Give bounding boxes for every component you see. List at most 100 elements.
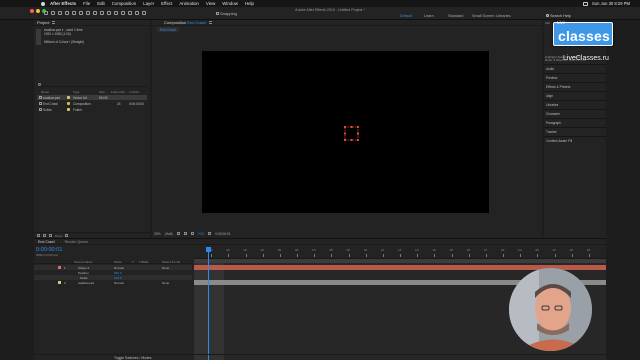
clone-stamp-tool-icon[interactable] <box>121 11 125 15</box>
work-area-bar[interactable] <box>194 259 606 263</box>
interpret-footage-icon[interactable] <box>37 234 40 237</box>
col-name[interactable]: Name <box>41 90 49 94</box>
col-in-point[interactable]: In Point <box>129 90 139 94</box>
eraser-tool-icon[interactable] <box>128 11 132 15</box>
transparency-grid-icon[interactable] <box>183 232 187 235</box>
panel-paragraph[interactable]: Paragraph <box>544 118 606 127</box>
project-row[interactable]: swallow.psd Vector Art 96 KB <box>37 95 147 100</box>
project-row[interactable]: End Crawl Composition 24 0:00:00:00 <box>37 101 147 106</box>
region-of-interest-icon[interactable] <box>176 232 180 235</box>
tab-render-queue[interactable]: Render Queue <box>65 240 89 244</box>
col-frame-rate[interactable]: Frame Ra... <box>111 90 127 94</box>
col-t[interactable]: T <box>132 260 134 264</box>
menu-animation[interactable]: Animation <box>179 1 199 6</box>
layer-label-swatch[interactable] <box>58 281 61 284</box>
comp-tab[interactable]: End Crawl <box>157 27 179 32</box>
panel-preview[interactable]: Preview <box>544 73 606 82</box>
label-color-swatch[interactable] <box>67 96 70 99</box>
workspace-learn[interactable]: Learn <box>424 14 448 18</box>
menu-view[interactable]: View <box>206 1 215 6</box>
col-type[interactable]: Type <box>73 90 80 94</box>
rotate-tool-icon[interactable] <box>72 11 76 15</box>
roto-brush-tool-icon[interactable] <box>135 11 139 15</box>
resolution[interactable]: (Half) <box>165 232 173 236</box>
layer-mode[interactable]: Normal <box>114 281 124 285</box>
exposure-value[interactable]: +0.0 <box>198 232 205 236</box>
menu-window[interactable]: Window <box>222 1 238 6</box>
zoom-level[interactable]: 33% <box>154 232 161 236</box>
menu-app[interactable]: After Effects <box>50 1 76 6</box>
layer-row[interactable]: 2 swallow.psd Normal None <box>34 280 192 285</box>
col-source-name[interactable]: Source Name <box>74 260 92 264</box>
type-tool-icon[interactable] <box>107 11 111 15</box>
layer-parent[interactable]: None <box>162 266 169 270</box>
playhead[interactable] <box>206 247 211 360</box>
camera-tool-icon[interactable] <box>79 11 83 15</box>
hand-tool-icon[interactable] <box>58 11 62 15</box>
selection-tool-icon[interactable] <box>51 11 55 15</box>
zoom-tool-icon[interactable] <box>65 11 69 15</box>
pan-behind-tool-icon[interactable] <box>86 11 90 15</box>
menu-help[interactable]: Help <box>245 1 254 6</box>
brush-tool-icon[interactable] <box>114 11 118 15</box>
logo-word: classes <box>557 28 610 44</box>
layer-name[interactable]: swallow.psd <box>78 281 94 285</box>
panel-menu-icon[interactable] <box>208 21 212 24</box>
selected-shape-layer[interactable] <box>343 125 360 142</box>
menu-edit[interactable]: Edit <box>97 1 105 6</box>
col-trkmat[interactable]: TrkMat <box>139 260 148 264</box>
snapping-checkbox[interactable] <box>216 12 219 15</box>
project-row[interactable]: Solids Folder <box>37 107 147 112</box>
bpc-indicator[interactable]: 8 bpc <box>55 234 62 238</box>
layer-label-swatch[interactable] <box>58 266 61 269</box>
battery-icon[interactable] <box>583 1 589 6</box>
col-mode[interactable]: Mode <box>114 260 122 264</box>
clock[interactable]: Sun Jun 30 8:29 PM <box>592 1 630 6</box>
layer-name[interactable]: Shape 2 <box>78 266 89 270</box>
property-value[interactable]: 100.0 <box>114 276 122 280</box>
project-search[interactable] <box>37 82 147 87</box>
current-time[interactable]: 0:00:00:01 <box>215 232 231 236</box>
panel-align[interactable]: Align <box>544 91 606 100</box>
tab-end-crawl[interactable]: End Crawl <box>38 240 55 244</box>
pen-tool-icon[interactable] <box>100 11 104 15</box>
col-parent[interactable]: Parent & Link <box>162 260 180 264</box>
workspace-default[interactable]: Default <box>400 14 424 18</box>
label-color-swatch[interactable] <box>67 102 70 105</box>
menu-effect[interactable]: Effect <box>161 1 172 6</box>
snapping-toggle[interactable]: Snapping <box>216 11 237 16</box>
new-folder-icon[interactable] <box>43 234 46 237</box>
apple-icon[interactable] <box>40 1 46 7</box>
mask-visibility-icon[interactable] <box>190 232 194 235</box>
col-size[interactable]: Size <box>99 90 105 94</box>
toggle-switches-modes[interactable]: Toggle Switches / Modes <box>114 356 152 360</box>
menu-layer[interactable]: Layer <box>143 1 154 6</box>
composition-panel-title[interactable]: Composition End Crawl <box>164 20 206 25</box>
menu-file[interactable]: File <box>83 1 90 6</box>
property-value[interactable]: 960.0 <box>114 271 122 275</box>
workspace-standard[interactable]: Standard <box>448 14 472 18</box>
logo-live: Live <box>557 20 566 25</box>
layer-mode[interactable]: Normal <box>114 266 124 270</box>
project-panel-title[interactable]: Project <box>37 20 49 25</box>
new-composition-icon[interactable] <box>49 234 52 237</box>
ruler-tick <box>520 254 521 257</box>
home-icon[interactable] <box>44 11 48 15</box>
puppet-tool-icon[interactable] <box>142 11 146 15</box>
panel-label: Libraries <box>546 103 559 107</box>
panel-menu-icon[interactable] <box>52 21 56 24</box>
workspace-libraries[interactable]: Libraries <box>496 14 520 18</box>
layer-parent[interactable]: None <box>162 281 169 285</box>
menu-composition[interactable]: Composition <box>112 1 136 6</box>
panel-character[interactable]: Character <box>544 109 606 118</box>
time-ruler[interactable]: 01f02f03f04f05f06f07f08f09f10f11f12f13f1… <box>194 245 606 259</box>
snapshot-icon[interactable] <box>208 232 212 235</box>
trash-icon[interactable] <box>65 234 69 237</box>
panel-tracker[interactable]: Tracker <box>544 127 606 136</box>
panel-effects-presets[interactable]: Effects & Presets <box>544 82 606 91</box>
workspace-small-screen[interactable]: Small Screen <box>472 14 496 18</box>
rectangle-tool-icon[interactable] <box>93 11 97 15</box>
label-color-swatch[interactable] <box>67 108 70 111</box>
panel-content-aware-fill[interactable]: Content-Aware Fill <box>544 136 606 145</box>
panel-libraries[interactable]: Libraries <box>544 100 606 109</box>
